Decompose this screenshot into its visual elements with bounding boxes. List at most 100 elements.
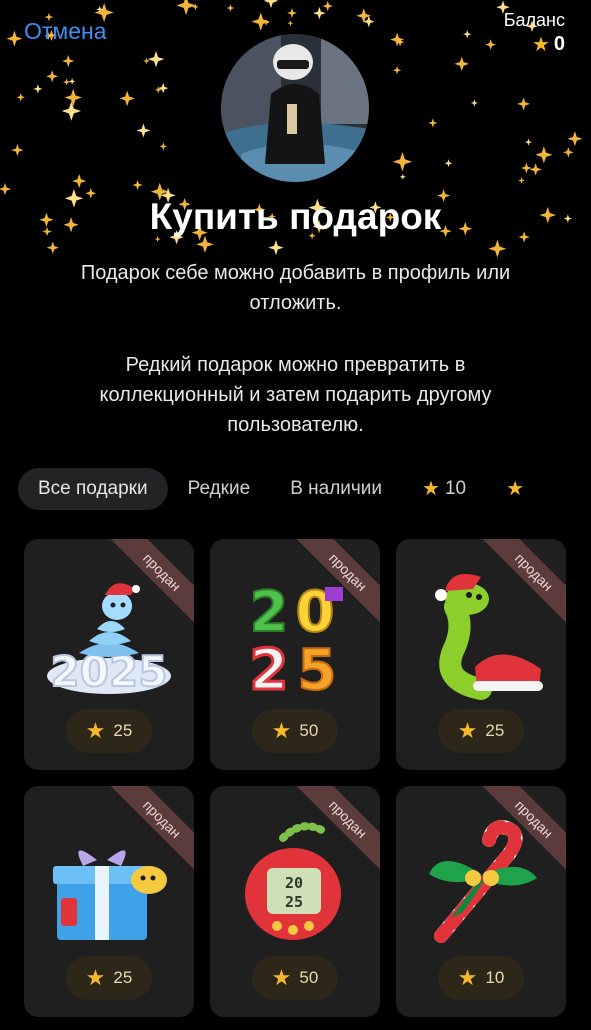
price-button[interactable]: ★ 10 [438, 956, 524, 1000]
sparkle-icon [46, 70, 59, 83]
sparkle-icon [518, 177, 525, 184]
price-value: 10 [485, 968, 505, 987]
sparkle-icon [62, 78, 71, 86]
sparkle-icon [399, 173, 406, 180]
gift-box-snake-icon [53, 850, 167, 940]
tab-price-more[interactable]: ★ [486, 468, 549, 510]
balance-value: 0 [553, 33, 565, 55]
sparkle-icon [395, 37, 405, 47]
sparkle-icon [390, 32, 405, 47]
price-value: 25 [113, 721, 133, 740]
sparkle-icon [567, 131, 583, 147]
gift-grid: продан 2025 ★ 25 продан 2 0 2 5 ★ 50 про… [24, 539, 567, 1017]
price-button[interactable]: ★ 25 [66, 709, 152, 753]
sparkle-icon [362, 15, 375, 28]
tab-label: 10 [444, 478, 467, 499]
sparkle-icon [356, 8, 372, 24]
sparkle-icon [454, 56, 470, 72]
gift-card-snake-santa-hat[interactable]: продан ★ 25 [396, 539, 566, 770]
svg-text:25: 25 [285, 893, 303, 911]
tab-label: В наличии [290, 478, 383, 499]
sparkle-icon [0, 182, 12, 196]
sparkle-icon [488, 239, 507, 258]
avatar [221, 34, 369, 182]
balance-label: Баланс [503, 10, 565, 30]
sparkle-icon [524, 138, 533, 146]
sparkle-icon [485, 39, 497, 51]
svg-text:20: 20 [285, 874, 303, 892]
sparkle-icon [392, 66, 402, 75]
gift-card-colorful-2025[interactable]: продан 2 0 2 5 ★ 50 [210, 539, 380, 770]
gift-card-gift-box-snake[interactable]: продан ★ 25 [24, 786, 194, 1017]
sparkle-icon [46, 241, 60, 254]
description-text: Подарок себе можно добавить в профиль ил… [80, 262, 511, 314]
sparkle-icon [251, 12, 270, 31]
price-value: 50 [299, 721, 319, 740]
gift-card-tamagotchi-2025[interactable]: продан 20 25 ★ 50 [210, 786, 380, 1017]
colorful-2025-icon: 2 0 2 5 [248, 579, 343, 701]
price-button[interactable]: ★ 50 [252, 709, 338, 753]
sparkle-icon [392, 152, 413, 172]
star-icon: ★ [85, 718, 106, 743]
sparkle-icon [517, 97, 531, 111]
page-title: Купить подарок [149, 196, 442, 237]
price-value: 25 [113, 968, 133, 987]
price-button[interactable]: ★ 25 [66, 956, 152, 1000]
sparkle-icon [132, 179, 143, 191]
sparkle-icon [313, 6, 326, 20]
sparkle-icon [196, 235, 214, 254]
tab-price-10[interactable]: ★ 10 [402, 468, 486, 510]
sparkle-icon [147, 50, 165, 68]
sparkle-icon [262, 19, 270, 26]
sparkle-icon [157, 82, 169, 94]
tab-label: Редкие [187, 478, 251, 499]
sparkle-icon [176, 0, 196, 16]
description-text-rare: Редкий подарок можно превратить в коллек… [99, 354, 492, 436]
tamagotchi-icon: 20 25 [245, 822, 341, 940]
sparkle-icon [463, 30, 472, 39]
snake-santa-hat-icon [435, 574, 543, 700]
sparkle-icon [61, 101, 82, 121]
star-icon: ★ [271, 965, 292, 990]
tab-rare[interactable]: Редкие [168, 468, 271, 510]
sparkle-icon [64, 88, 82, 107]
svg-text:2: 2 [250, 638, 289, 701]
balance-display: Баланс ★ 0 [504, 10, 565, 56]
star-icon: ★ [531, 33, 550, 56]
filter-tabs: Все подарки Редкие В наличии ★ 10 ★ [18, 468, 549, 510]
price-value: 25 [485, 721, 505, 740]
sparkle-icon [72, 173, 87, 189]
sparkle-icon [428, 118, 438, 128]
cancel-button[interactable]: Отмена [24, 18, 107, 45]
star-icon: ★ [85, 965, 106, 990]
tab-label: Все подарки [38, 478, 148, 499]
price-button[interactable]: ★ 50 [252, 956, 338, 1000]
sparkle-icon [268, 240, 284, 256]
sparkle-icon [33, 84, 43, 94]
candy-cane-icon [429, 820, 537, 943]
svg-text:2: 2 [250, 580, 289, 645]
sparkle-icon [6, 30, 23, 47]
sparkle-icon [119, 90, 135, 107]
sparkle-icon [96, 5, 104, 13]
sparkle-icon [143, 57, 150, 65]
sparkle-icon [263, 0, 279, 9]
star-icon: ★ [271, 718, 292, 743]
sparkle-icon [322, 0, 334, 12]
snowman-2025-icon: 2025 [47, 583, 171, 697]
gift-card-snowman-2025[interactable]: продан 2025 ★ 25 [24, 539, 194, 770]
gift-card-candy-cane[interactable]: продан ★ 10 [396, 786, 566, 1017]
sparkle-icon [226, 4, 235, 12]
sparkle-icon [563, 146, 574, 158]
sparkle-icon [470, 99, 478, 107]
sparkle-icon [62, 54, 75, 68]
svg-text:5: 5 [298, 638, 337, 701]
tab-all-gifts[interactable]: Все подарки [18, 468, 168, 510]
sparkle-icon [159, 142, 168, 151]
star-icon: ★ [457, 965, 478, 990]
tab-in-stock[interactable]: В наличии [270, 468, 402, 510]
price-value: 50 [299, 968, 319, 987]
sparkle-icon [287, 20, 294, 27]
sparkle-icon [535, 146, 553, 164]
price-button[interactable]: ★ 25 [438, 709, 524, 753]
